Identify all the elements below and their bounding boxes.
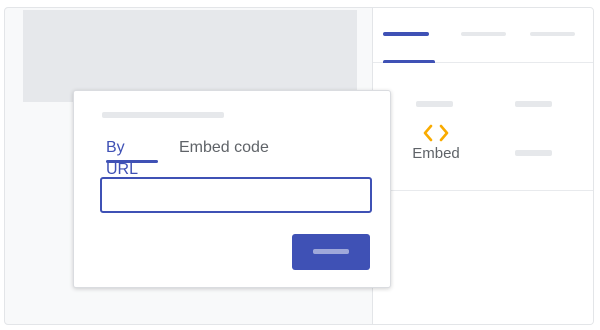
tab-embed-code-label: Embed code bbox=[179, 139, 269, 156]
insert-by-url-dialog: By URL Embed code bbox=[73, 90, 391, 288]
canvas-placeholder-block bbox=[23, 10, 357, 102]
panel-tab-2-label-placeholder bbox=[461, 32, 506, 36]
panel-tab-1-label-placeholder bbox=[383, 32, 429, 36]
panel-tab-1[interactable] bbox=[383, 26, 435, 42]
insert-button[interactable] bbox=[292, 234, 370, 270]
insert-panel-tab-bar bbox=[373, 8, 593, 63]
tab-embed-code[interactable]: Embed code bbox=[179, 137, 279, 163]
insert-button-label-placeholder bbox=[313, 249, 349, 254]
embed-option-label: Embed bbox=[412, 145, 460, 162]
stage: Embed By URL Embed code bbox=[0, 0, 600, 330]
option-label-placeholder bbox=[515, 101, 552, 107]
panel-tab-2[interactable] bbox=[461, 26, 509, 42]
option-label-placeholder bbox=[416, 101, 453, 107]
code-brackets-icon bbox=[423, 124, 449, 142]
insert-panel: Embed bbox=[372, 8, 593, 324]
editor-window: Embed By URL Embed code bbox=[4, 7, 594, 325]
panel-tab-3-label-placeholder bbox=[530, 32, 575, 36]
url-input[interactable] bbox=[100, 177, 372, 213]
dialog-title-placeholder bbox=[102, 112, 224, 118]
panel-tab-3[interactable] bbox=[530, 26, 578, 42]
tab-by-url[interactable]: By URL bbox=[106, 137, 158, 178]
embed-option[interactable]: Embed bbox=[401, 123, 471, 173]
insert-options-grid: Embed bbox=[373, 63, 593, 191]
tab-by-url-label: By URL bbox=[106, 139, 139, 178]
tab-active-indicator bbox=[106, 160, 158, 163]
option-label-placeholder bbox=[515, 150, 552, 156]
